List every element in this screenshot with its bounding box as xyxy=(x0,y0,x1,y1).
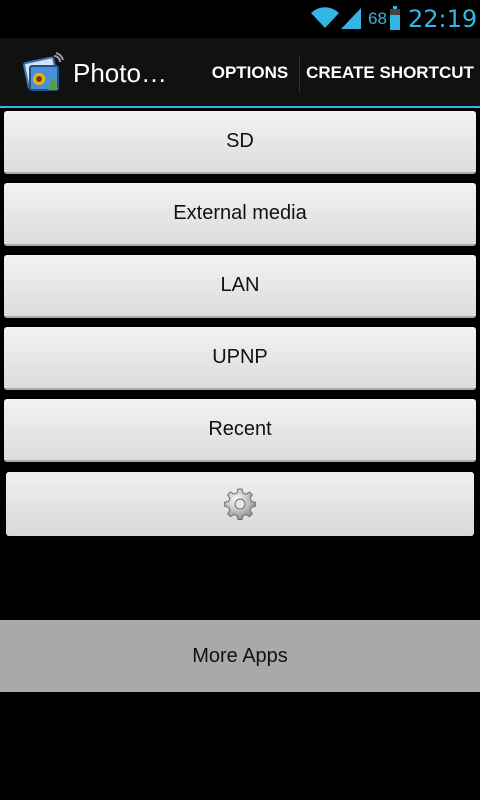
clock: 22:19 xyxy=(408,5,478,33)
signal-icon xyxy=(341,8,361,29)
recent-button[interactable]: Recent xyxy=(4,399,476,462)
settings-button[interactable] xyxy=(6,472,474,536)
wifi-icon xyxy=(311,7,339,29)
options-button[interactable]: OPTIONS xyxy=(203,38,297,108)
status-bar: 68 22:19 xyxy=(0,0,480,38)
app-title: Photo… xyxy=(73,58,167,88)
external-media-button[interactable]: External media xyxy=(4,183,476,246)
action-bar: Photo… OPTIONS CREATE SHORTCUT xyxy=(0,38,480,108)
battery-icon xyxy=(390,6,400,30)
more-apps-button[interactable]: More Apps xyxy=(0,620,480,692)
gear-icon xyxy=(224,488,256,521)
battery-level: 68 xyxy=(368,9,387,28)
lan-button[interactable]: LAN xyxy=(4,255,476,318)
action-divider xyxy=(299,56,300,92)
upnp-button[interactable]: UPNP xyxy=(4,327,476,390)
photo-icon[interactable] xyxy=(20,52,64,94)
create-shortcut-button[interactable]: CREATE SHORTCUT xyxy=(302,38,478,108)
sd-button[interactable]: SD xyxy=(4,111,476,174)
